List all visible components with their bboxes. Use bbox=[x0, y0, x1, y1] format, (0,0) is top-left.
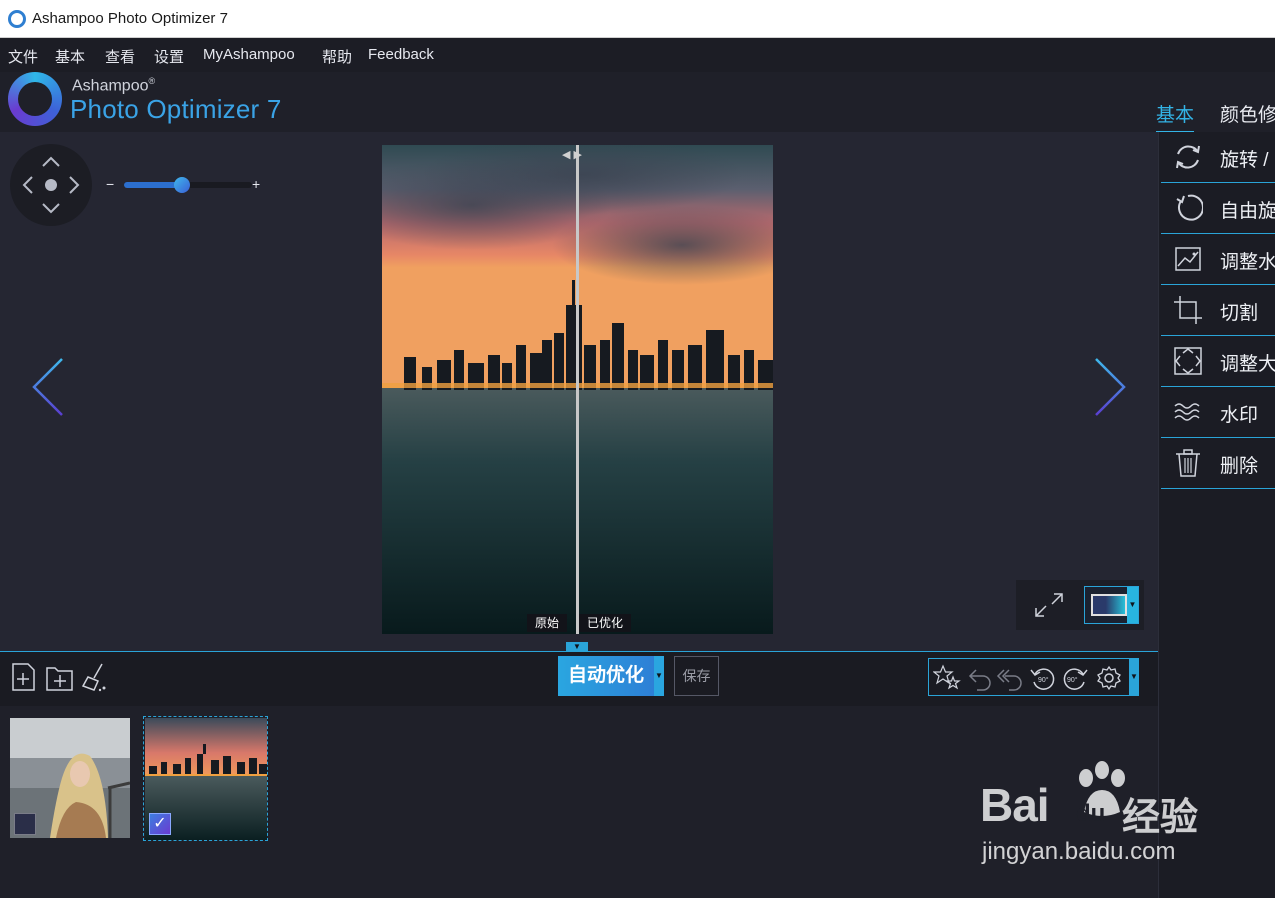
quick-tools-group: 90° 90° bbox=[928, 658, 1130, 696]
broom-icon bbox=[81, 663, 106, 692]
resize-icon bbox=[1174, 347, 1202, 375]
tab-basic[interactable]: 基本 bbox=[1156, 100, 1195, 133]
svg-text:90°: 90° bbox=[1038, 676, 1049, 684]
logo-product-name: Photo Optimizer 7 bbox=[70, 94, 282, 124]
view-controls: ▼ bbox=[1016, 580, 1144, 630]
level-horizon-icon bbox=[1175, 247, 1201, 271]
split-drag-arrows-icon: ◀ ▶ bbox=[562, 149, 582, 161]
side-tool-label: 水印 bbox=[1220, 405, 1259, 426]
side-tool-crop[interactable]: 切割 bbox=[1161, 285, 1275, 336]
side-tool-free-rotate[interactable]: 自由旋 bbox=[1161, 183, 1275, 234]
thumbnail-woman-portrait[interactable] bbox=[10, 718, 130, 838]
menu-myashampoo[interactable]: MyAshampoo bbox=[203, 46, 295, 63]
side-tool-label: 删除 bbox=[1220, 456, 1259, 477]
logo-ring-icon bbox=[8, 72, 62, 126]
add-folder-icon bbox=[46, 667, 73, 691]
compare-split-handle[interactable] bbox=[576, 145, 579, 634]
zoom-handle[interactable] bbox=[174, 177, 191, 193]
side-tool-resize[interactable]: 调整大 bbox=[1161, 336, 1275, 387]
auto-optimize-button[interactable]: 自动优化 bbox=[558, 656, 654, 696]
previous-image-button[interactable] bbox=[28, 355, 68, 419]
stars-icon bbox=[932, 664, 961, 690]
tab-color-correction[interactable]: 颜色修 bbox=[1220, 100, 1275, 127]
pan-center-dot[interactable] bbox=[45, 179, 57, 191]
rotate-right-button[interactable]: 90° bbox=[1061, 664, 1089, 692]
menu-bar: 文件 基本 查看 设置 MyAshampoo 帮助 Feedback bbox=[0, 38, 1275, 72]
settings-button[interactable] bbox=[1095, 664, 1123, 692]
zoom-out-button[interactable]: − bbox=[106, 176, 114, 192]
svg-text:90°: 90° bbox=[1067, 676, 1078, 684]
bottom-toolbar: 自动优化 ▼ 保存 90° 90° ▼ bbox=[0, 652, 1158, 706]
auto-optimize-dropdown[interactable]: ▼ bbox=[654, 656, 664, 696]
thumbnail-checkbox[interactable] bbox=[14, 813, 36, 835]
side-tool-rotate[interactable]: 旋转 / bbox=[1161, 132, 1275, 183]
rotate-right-90-icon: 90° bbox=[1063, 668, 1088, 690]
side-tool-delete[interactable]: 删除 bbox=[1161, 438, 1275, 489]
menu-feedback[interactable]: Feedback bbox=[368, 46, 434, 63]
side-tool-watermark[interactable]: 水印 bbox=[1161, 387, 1275, 438]
side-tool-label: 自由旋 bbox=[1220, 201, 1275, 222]
logo-brand: Ashampoo® bbox=[72, 76, 156, 95]
menu-help[interactable]: 帮助 bbox=[322, 46, 352, 67]
chevron-right-icon bbox=[1095, 358, 1126, 416]
add-folder-button[interactable] bbox=[45, 662, 73, 692]
panel-tabs: 基本 颜色修 bbox=[1150, 72, 1275, 133]
watermark-icon bbox=[1174, 403, 1200, 421]
expand-icon bbox=[1035, 593, 1063, 617]
undo-icon bbox=[968, 669, 991, 691]
window-title: Ashampoo Photo Optimizer 7 bbox=[32, 10, 228, 27]
original-label: 原始 bbox=[527, 614, 568, 632]
zoom-in-button[interactable]: + bbox=[252, 176, 260, 192]
app-logo: Ashampoo® Photo Optimizer 7 bbox=[8, 72, 308, 132]
window-titlebar: Ashampoo Photo Optimizer 7 bbox=[0, 0, 1275, 38]
undo-all-icon bbox=[996, 669, 1022, 691]
clear-list-button[interactable] bbox=[80, 662, 108, 692]
quick-tools-dropdown[interactable]: ▼ bbox=[1129, 658, 1139, 696]
thumbnail-city-sunset[interactable]: ✓ bbox=[143, 716, 268, 841]
save-button[interactable]: 保存 bbox=[674, 656, 719, 696]
zoom-slider[interactable]: − + bbox=[104, 170, 264, 200]
compare-mode-button[interactable]: ▼ bbox=[1084, 586, 1139, 624]
optimized-label: 已优化 bbox=[579, 614, 632, 632]
preview-photo[interactable]: ◀ ▶ 原始 已优化 bbox=[382, 145, 773, 634]
trash-icon bbox=[1176, 449, 1200, 477]
next-image-button[interactable] bbox=[1090, 355, 1130, 419]
app-logo-icon bbox=[8, 10, 26, 28]
watermark-bai: Bai bbox=[980, 779, 1050, 831]
zoom-track[interactable] bbox=[124, 177, 252, 193]
menu-settings[interactable]: 设置 bbox=[154, 46, 184, 67]
side-tool-label: 调整大 bbox=[1220, 354, 1275, 375]
add-file-button[interactable] bbox=[10, 662, 38, 692]
side-tool-level-horizon[interactable]: 调整水 bbox=[1161, 234, 1275, 285]
baidu-jingyan-watermark: Bai du 经验 jingyan.baidu.com bbox=[972, 760, 1212, 870]
crop-icon bbox=[1174, 296, 1202, 324]
watermark-du: du bbox=[1076, 800, 1106, 827]
rotate-left-button[interactable]: 90° bbox=[1029, 664, 1057, 692]
rotate-left-90-icon: 90° bbox=[1030, 668, 1055, 690]
effects-button[interactable] bbox=[932, 664, 961, 692]
menu-view[interactable]: 查看 bbox=[105, 46, 135, 67]
menu-basic[interactable]: 基本 bbox=[55, 46, 85, 67]
side-tool-label: 切割 bbox=[1220, 303, 1259, 324]
free-rotate-icon bbox=[1176, 194, 1203, 221]
side-tool-label: 旋转 / bbox=[1220, 150, 1269, 171]
split-view-icon bbox=[1091, 594, 1127, 616]
undo-button[interactable] bbox=[965, 664, 993, 692]
thumbnail-checkbox-checked[interactable]: ✓ bbox=[149, 813, 171, 835]
watermark-jingyan: 经验 bbox=[1122, 797, 1199, 839]
menu-file[interactable]: 文件 bbox=[8, 46, 38, 67]
pan-navigation-pad[interactable] bbox=[10, 144, 92, 226]
gear-icon bbox=[1097, 665, 1121, 691]
fullscreen-button[interactable] bbox=[1032, 590, 1066, 620]
compare-mode-dropdown[interactable]: ▼ bbox=[1127, 587, 1138, 623]
chevron-left-icon bbox=[32, 358, 63, 416]
side-tool-label: 调整水 bbox=[1220, 252, 1275, 273]
rotate-icon bbox=[1176, 145, 1200, 169]
undo-all-button[interactable] bbox=[995, 664, 1023, 692]
watermark-url: jingyan.baidu.com bbox=[982, 838, 1176, 865]
add-file-icon bbox=[12, 663, 35, 691]
